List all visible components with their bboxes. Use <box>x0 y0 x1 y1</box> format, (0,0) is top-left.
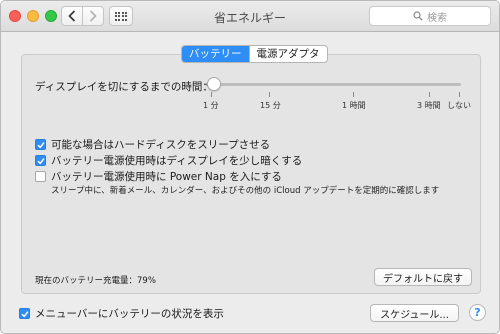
display-sleep-label: ディスプレイを切にするまでの時間： <box>35 81 213 93</box>
dim-display-checkbox[interactable] <box>35 155 46 166</box>
hard-disk-sleep-checkbox[interactable] <box>35 139 46 150</box>
display-sleep-slider-thumb[interactable] <box>206 77 221 91</box>
checkmark-icon <box>20 310 29 317</box>
tick-label-15min: 15 分 <box>260 101 281 110</box>
schedule-button[interactable]: スケジュール... <box>370 304 459 322</box>
power-source-tabs: バッテリー 電源アダプタ <box>181 45 328 63</box>
restore-defaults-button[interactable]: デフォルトに戻す <box>374 268 472 286</box>
power-nap-label: バッテリー電源使用時に Power Nap を入にする <box>51 171 282 183</box>
power-nap-description: スリープ中に、新着メール、カレンダー、およびその他の iCloud アップデート… <box>51 186 440 196</box>
option-hard-disk-sleep[interactable]: 可能な場合はハードディスクをスリープさせる <box>35 137 270 152</box>
option-dim-display[interactable]: バッテリー電源使用時はディスプレイを少し暗くする <box>35 153 302 168</box>
option-menubar-battery[interactable]: メニューバーにバッテリーの状況を表示 <box>19 306 224 321</box>
hard-disk-sleep-label: 可能な場合はハードディスクをスリープさせる <box>51 139 271 151</box>
dim-display-label: バッテリー電源使用時はディスプレイを少し暗くする <box>51 155 303 167</box>
slider-tick <box>269 92 270 97</box>
slider-tick <box>429 92 430 97</box>
display-sleep-slider-track[interactable] <box>206 83 461 86</box>
search-icon <box>413 11 423 21</box>
tick-label-1hour: 1 時間 <box>342 101 366 110</box>
help-button[interactable]: ? <box>469 304 486 321</box>
slider-tick <box>353 92 354 97</box>
power-nap-checkbox[interactable] <box>35 171 46 182</box>
checkmark-icon <box>36 157 45 164</box>
option-power-nap[interactable]: バッテリー電源使用時に Power Nap を入にする <box>35 169 282 184</box>
search-field[interactable]: 検索 <box>369 6 491 26</box>
energy-saver-window: 省エネルギー 検索 バッテリー 電源アダプタ ディスプレイを切にするまでの時間：… <box>0 0 500 334</box>
menubar-battery-checkbox[interactable] <box>19 308 30 319</box>
tick-label-3hours: 3 時間 <box>417 101 441 110</box>
menubar-battery-label: メニューバーにバッテリーの状況を表示 <box>35 308 224 320</box>
tab-power-adapter[interactable]: 電源アダプタ <box>248 46 327 62</box>
slider-tick <box>211 92 212 97</box>
slider-tick <box>459 92 460 97</box>
checkmark-icon <box>36 141 45 148</box>
battery-charge-status: 現在のバッテリー充電量：79% <box>35 276 156 286</box>
search-placeholder: 検索 <box>427 12 447 24</box>
toolbar: 省エネルギー 検索 <box>1 1 499 32</box>
tab-battery[interactable]: バッテリー <box>182 46 249 62</box>
tick-label-1min: 1 分 <box>203 101 219 110</box>
tick-label-never: しない <box>447 101 471 110</box>
